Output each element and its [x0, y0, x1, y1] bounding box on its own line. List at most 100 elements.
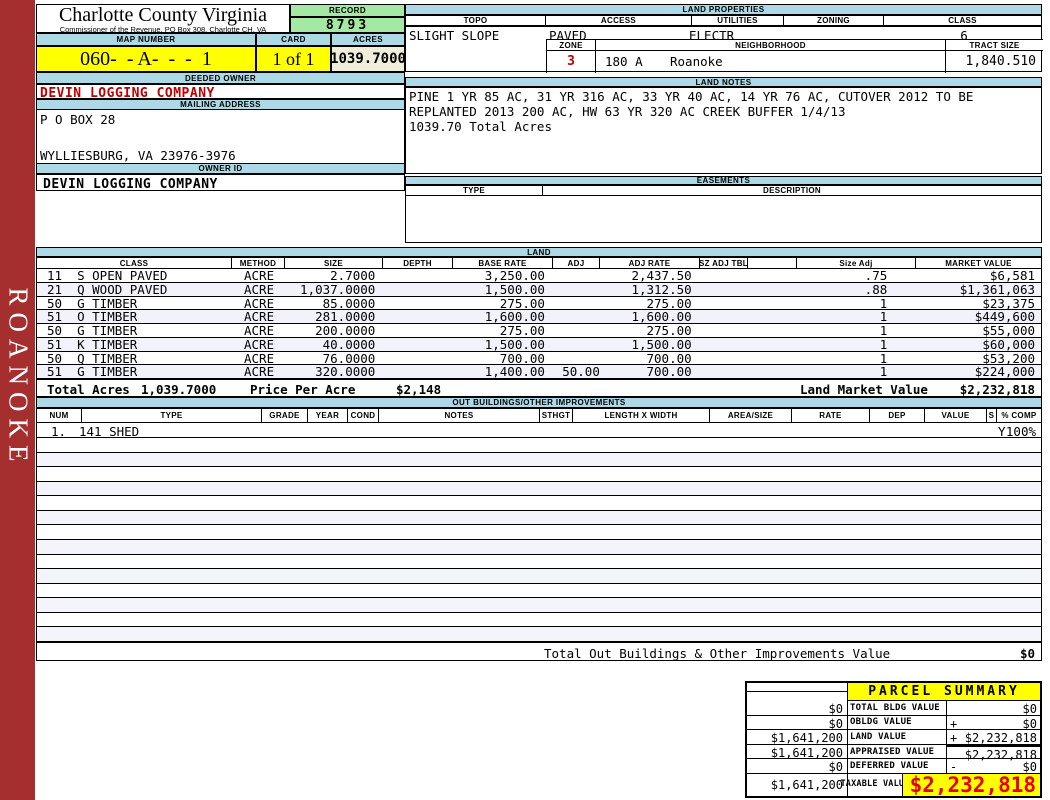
land-cell-blank	[748, 283, 797, 296]
ob-empty-row	[37, 467, 1041, 482]
map-number-value: 060- - A- - - 1	[36, 46, 256, 72]
ob-empty-row	[37, 481, 1041, 497]
land-cell-size_adj: 1	[879, 310, 888, 323]
land-cell-depth	[383, 338, 453, 351]
zoning-label: ZONING	[784, 15, 884, 26]
mailing-address-label: MAILING ADDRESS	[36, 99, 405, 110]
parcel-summary-prior-header	[747, 683, 848, 701]
land-cell-market_value: $224,000	[974, 365, 1035, 378]
land-cell-adj	[553, 297, 600, 310]
parcel-summary-header: PARCEL SUMMARY	[747, 683, 1040, 701]
neighborhood-label: NEIGHBORHOOD	[595, 39, 946, 51]
land-market-value: $2,232,818	[959, 382, 1035, 397]
land-cell-base_rate: 1,500.00	[484, 282, 545, 296]
land-notes-line2: REPLANTED 2013 200 AC, HW 63 YR 320 AC C…	[409, 104, 846, 119]
ob-type: 141 SHED	[79, 424, 140, 439]
land-cell-size: 2.7000	[330, 269, 376, 282]
land-cell-class: 51 O TIMBER	[47, 310, 138, 323]
ob-empty-row	[37, 452, 1041, 468]
topo-value: SLIGHT SLOPE	[409, 28, 500, 43]
county-vertical-label: ROANOKE	[3, 287, 33, 469]
summary-row-deferred: $0 DEFERRED VALUE - $0	[747, 759, 1040, 774]
ob-empty-row	[37, 583, 1041, 599]
prior-total-bldg: $0	[747, 701, 848, 716]
ob-empty-row	[37, 510, 1041, 526]
land-cell-base_rate: 275.00	[499, 296, 545, 310]
col-base-rate: BASE RATE	[453, 257, 553, 269]
land-cell-method: ACRE	[244, 351, 275, 365]
land-totals-row: Total Acres 1,039.7000 Price Per Acre $2…	[36, 379, 1042, 397]
address-line1: P O BOX 28	[40, 112, 116, 127]
land-cell-method: ACRE	[244, 365, 275, 378]
ob-empty-row	[37, 438, 1041, 453]
col-pct-comp: % COMP	[997, 408, 1042, 423]
land-cell-market_value: $60,000	[982, 337, 1035, 351]
label-obldg: OBLDG VALUE	[848, 715, 947, 730]
prior-deferred: $0	[747, 759, 848, 774]
land-row: 21 Q WOOD PAVED ACRE 1,037.0000 1,500.00 1,3…	[37, 282, 1041, 297]
ob-empty-row	[37, 612, 1041, 628]
ob-total-row: Total Out Buildings & Other Improvements…	[36, 642, 1042, 661]
land-cell-depth	[383, 269, 453, 282]
parcel-summary-title: PARCEL SUMMARY	[848, 683, 1040, 701]
land-cell-blank	[748, 338, 797, 351]
land-row: 11 S OPEN PAVED ACRE 2.7000 3,250.00 2,437.5…	[37, 269, 1041, 283]
land-properties-header: LAND PROPERTIES	[405, 4, 1042, 15]
land-cell-size_adj: 1	[879, 296, 888, 310]
land-row: 50 G TIMBER ACRE 85.0000 275.00 275.00 1 $23,3…	[37, 296, 1041, 311]
out-buildings-columns: NUM TYPE GRADE YEAR COND NOTES STHGT LEN…	[36, 408, 1042, 423]
deeded-owner-label: DEEDED OWNER	[36, 72, 405, 84]
tract-size-label: TRACT SIZE	[945, 39, 1043, 51]
summary-row-obldg: $0 OBLDG VALUE + $0	[747, 715, 1040, 731]
record-label: RECORD	[290, 4, 405, 17]
col-method: METHOD	[232, 257, 285, 269]
land-cell-blank	[748, 269, 797, 282]
col-area-size: AREA/SIZE	[710, 408, 792, 423]
col-cond: COND	[348, 408, 379, 423]
ob-empty-rows	[36, 438, 1042, 642]
land-cell-class: 21 Q WOOD PAVED	[47, 282, 168, 296]
summary-row-total-bldg: $0 TOTAL BLDG VALUE $0	[747, 701, 1040, 716]
land-cell-size: 281.0000	[315, 310, 376, 323]
land-cell-size_adj: 1	[879, 351, 888, 365]
tract-size-value: 1,840.510	[945, 51, 1042, 73]
col-rate: RATE	[792, 408, 870, 423]
land-cell-sz_adj_tbl	[700, 310, 748, 323]
land-cell-sz_adj_tbl	[700, 269, 748, 282]
land-cell-size: 1,037.0000	[300, 282, 376, 296]
land-cell-depth	[383, 297, 453, 310]
col-depth: DEPTH	[383, 257, 453, 269]
land-cell-size_adj: 1	[879, 337, 888, 351]
land-cell-market_value: $449,600	[974, 310, 1035, 323]
ob-empty-row	[37, 539, 1041, 555]
land-cell-market_value: $23,375	[982, 296, 1035, 310]
owner-id-label: OWNER ID	[36, 163, 405, 174]
deeded-owner-value: DEVIN LOGGING COMPANY	[36, 84, 405, 101]
zone-label: ZONE	[546, 39, 596, 51]
land-notes-line3: 1039.70 Total Acres	[409, 119, 552, 134]
col-type: TYPE	[82, 408, 262, 423]
col-blank	[748, 257, 797, 269]
out-building-row: 1. 141 SHED Y 100%	[36, 423, 1042, 439]
property-record-card: ROANOKE Charlotte County Virginia Commis…	[0, 0, 1050, 800]
land-cell-class: 51 K TIMBER	[47, 337, 138, 351]
ob-s-flag: Y	[998, 424, 1006, 439]
land-cell-adj	[553, 269, 600, 282]
land-cell-blank	[748, 365, 797, 378]
ob-empty-row	[37, 627, 1041, 642]
land-cell-size: 85.0000	[322, 296, 376, 310]
land-cell-adj	[553, 352, 600, 365]
zone-value: 3	[546, 51, 596, 73]
utilities-label: UTILITIES	[692, 15, 784, 26]
land-cell-method: ACRE	[244, 310, 275, 323]
land-cell-depth	[383, 365, 453, 378]
easements-box	[405, 196, 1042, 243]
label-total-bldg: TOTAL BLDG VALUE	[848, 701, 947, 715]
land-cell-sz_adj_tbl	[700, 297, 748, 310]
land-cell-depth	[383, 283, 453, 296]
col-sz-adj-tbl: SZ ADJ TBL	[699, 257, 748, 269]
land-cell-size_adj: .75	[864, 269, 888, 282]
label-taxable: TAXABLE VALUE	[840, 773, 909, 796]
ob-empty-row	[37, 569, 1041, 584]
topo-label: TOPO	[405, 15, 546, 26]
